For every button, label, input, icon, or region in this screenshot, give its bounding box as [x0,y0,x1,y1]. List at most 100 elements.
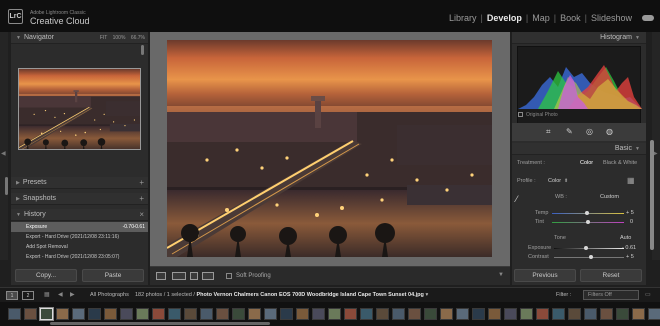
clear-history-icon[interactable]: × [139,209,144,221]
exposure-slider-knob[interactable] [584,246,588,250]
exposure-slider[interactable] [554,246,624,250]
add-snapshot-icon[interactable]: + [139,193,144,205]
snapshots-header[interactable]: ▶ Snapshots + [11,193,148,205]
window-2-button[interactable]: 2 [22,291,34,300]
filmstrip-thumbnail[interactable] [168,308,181,320]
module-book[interactable]: Book [556,13,585,23]
filmstrip-thumbnail[interactable] [88,308,101,320]
tint-slider[interactable] [552,220,624,224]
filmstrip-thumbnail[interactable] [120,308,133,320]
original-photo-toggle[interactable]: Original Photo [518,112,558,118]
source-dropdown-icon[interactable]: ▾ [425,292,428,298]
navigator-scrollbar[interactable] [141,45,144,55]
tint-value[interactable]: 0 [630,219,633,225]
filmstrip-thumbnail[interactable] [24,308,37,320]
back-arrow-icon[interactable]: ◀ [58,291,63,298]
history-item[interactable]: Add Spot Removal [11,242,148,252]
treatment-bw[interactable]: Black & White [603,160,637,166]
tone-auto-button[interactable]: Auto [620,235,631,241]
filmstrip-thumbnail[interactable] [632,308,645,320]
presets-header[interactable]: ▶ Presets + [11,177,148,189]
filmstrip-thumbnail[interactable] [472,308,485,320]
filmstrip-thumbnail[interactable] [280,308,293,320]
masking-icon[interactable]: ◍ [606,127,613,136]
filmstrip-thumbnail[interactable] [408,308,421,320]
filmstrip-thumbnail[interactable] [392,308,405,320]
filmstrip-thumbnail[interactable] [72,308,85,320]
filter-lock-icon[interactable]: ▭ [645,291,651,298]
filmstrip-thumbnail[interactable] [376,308,389,320]
filmstrip-thumbnail[interactable] [328,308,341,320]
filmstrip-thumbnail[interactable] [504,308,517,320]
contrast-value[interactable]: + 5 [626,254,634,260]
histogram-header[interactable]: Histogram ▼ [512,32,646,44]
swap-settings-icon[interactable] [202,272,214,280]
basic-header[interactable]: Basic ▼ [512,143,646,155]
filmstrip-thumbnail[interactable] [344,308,357,320]
zoom-other[interactable]: 66.7% [131,35,145,41]
temp-slider[interactable] [552,211,624,215]
filmstrip-thumbnail[interactable] [440,308,453,320]
filmstrip-thumbnail[interactable] [616,308,629,320]
reset-button[interactable]: Reset [580,269,642,282]
filmstrip-thumbnail[interactable] [520,308,533,320]
temp-slider-knob[interactable] [585,211,589,215]
treatment-color[interactable]: Color [580,160,593,166]
filmstrip-thumbnail[interactable] [536,308,549,320]
history-item[interactable]: Export - Hard Drive (2021/12/08 23:11:16… [11,232,148,242]
grid-view-icon[interactable]: ▦ [44,291,50,298]
profile-browser-icon[interactable]: ▦ [627,176,635,185]
filmstrip-thumbnail[interactable] [568,308,581,320]
tint-slider-knob[interactable] [586,220,590,224]
filmstrip-thumbnail[interactable] [456,308,469,320]
filmstrip-thumbnail[interactable] [552,308,565,320]
filmstrip-thumbnail[interactable] [136,308,149,320]
zoom-fit[interactable]: FIT [100,35,107,41]
window-1-button[interactable]: 1 [6,291,18,300]
module-map[interactable]: Map [528,13,554,23]
filmstrip-thumbnail[interactable] [360,308,373,320]
filmstrip-thumbnail[interactable] [424,308,437,320]
exposure-value[interactable]: - 0.61 [622,245,636,251]
cloud-sync-icon[interactable] [642,15,654,21]
eyedropper-icon[interactable]: ⁄ [516,194,530,208]
soft-proofing-checkbox[interactable] [226,273,232,279]
before-after-menu-icon[interactable] [190,272,198,280]
filmstrip-thumbnail[interactable] [488,308,501,320]
navigator-preview[interactable] [18,68,141,150]
history-item[interactable]: Exposure -0.70 -0.61 [11,222,148,232]
filmstrip-thumbnail[interactable] [216,308,229,320]
filmstrip-thumbnail[interactable] [56,308,69,320]
spot-removal-icon[interactable]: ✎ [566,127,573,136]
filmstrip-thumbnail[interactable] [296,308,309,320]
main-photo[interactable] [167,40,492,257]
filmstrip-thumbnail[interactable] [152,308,165,320]
contrast-slider-knob[interactable] [589,255,593,259]
navigator-header[interactable]: ▼ Navigator FIT 100% 66.7% [11,32,148,44]
temp-value[interactable]: + 5 [626,210,634,216]
contrast-slider[interactable] [554,255,624,259]
red-eye-icon[interactable]: ◎ [586,127,593,136]
original-photo-checkbox[interactable] [518,112,523,118]
filmstrip-thumbnail[interactable] [104,308,117,320]
filmstrip-thumbnail[interactable] [248,308,261,320]
wb-value[interactable]: Custom [600,194,619,200]
previous-button[interactable]: Previous [514,269,576,282]
copy-button[interactable]: Copy... [15,269,77,282]
filmstrip-thumbnail[interactable] [8,308,21,320]
add-preset-icon[interactable]: + [139,177,144,189]
left-panel-scrollbar[interactable] [5,177,8,195]
zoom-100[interactable]: 100% [113,35,126,41]
crop-tool-icon[interactable]: ⌗ [546,127,551,137]
module-develop[interactable]: Develop [483,13,526,23]
profile-dropdown-icon[interactable]: ⬍ [564,178,568,184]
filmstrip-thumbnail[interactable] [264,308,277,320]
left-edge-collapse[interactable]: ◀ [0,32,8,260]
profile-value[interactable]: Color [548,178,561,184]
filmstrip-thumbnail[interactable] [200,308,213,320]
filmstrip-thumbnail[interactable] [232,308,245,320]
filmstrip-thumbnail[interactable] [648,308,660,320]
filmstrip-thumbnail[interactable] [39,307,54,321]
before-after-icon[interactable] [172,272,186,280]
filmstrip-thumbnail[interactable] [584,308,597,320]
